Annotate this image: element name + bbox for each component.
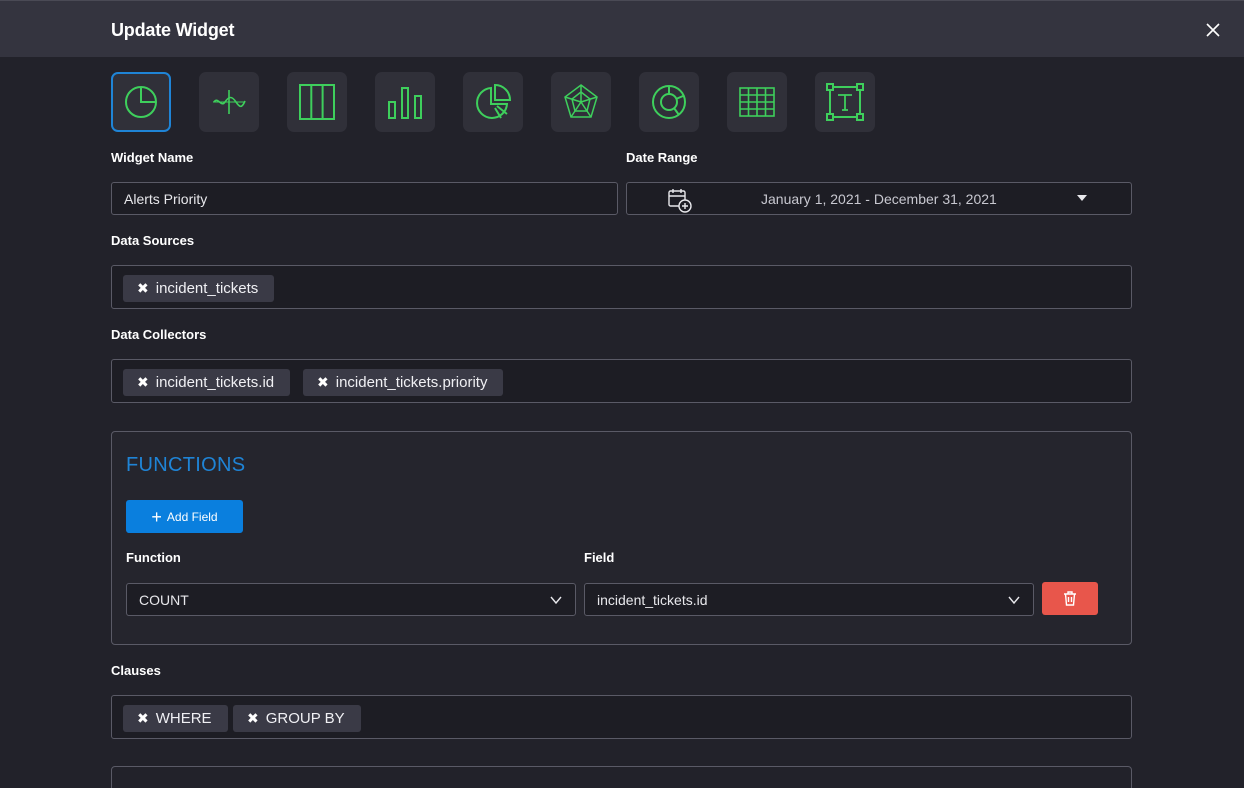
clause-chip[interactable]: ✖ WHERE <box>123 705 228 732</box>
radar-chart-icon <box>564 84 598 118</box>
calendar-add-icon <box>668 189 692 213</box>
field-label: Field <box>584 550 615 565</box>
clauses-field[interactable]: ✖ WHERE ✖ GROUP BY <box>111 695 1132 739</box>
caret-down-icon <box>1077 195 1087 201</box>
clause-chip[interactable]: ✖ GROUP BY <box>233 705 361 732</box>
data-source-chip[interactable]: ✖ incident_tickets <box>123 275 275 302</box>
data-collector-chip[interactable]: ✖ incident_tickets.priority <box>303 369 504 396</box>
chip-label: GROUP BY <box>265 710 345 727</box>
chevron-down-icon <box>1008 596 1020 605</box>
field-select-value: incident_tickets.id <box>597 592 708 608</box>
trash-icon <box>1064 591 1076 606</box>
widget-name-field[interactable]: Alerts Priority <box>111 182 618 215</box>
date-range-label: Date Range <box>626 150 698 165</box>
remove-chip-icon[interactable]: ✖ <box>317 374 329 391</box>
widget-type-table-button[interactable] <box>727 72 787 132</box>
data-sources-field[interactable]: ✖ incident_tickets <box>111 265 1132 309</box>
remove-chip-icon[interactable]: ✖ <box>137 280 149 297</box>
function-select[interactable]: COUNT <box>126 583 576 616</box>
chip-label: incident_tickets.priority <box>335 374 488 391</box>
table-icon <box>739 87 775 117</box>
widget-name-label: Widget Name <box>111 150 194 165</box>
functions-panel: FUNCTIONS + Add Field Function Field COU… <box>111 431 1132 645</box>
date-range-picker[interactable]: January 1, 2021 - December 31, 2021 <box>626 182 1132 215</box>
remove-chip-icon[interactable]: ✖ <box>137 710 149 727</box>
line-chart-icon <box>213 90 246 114</box>
chip-label: incident_tickets.id <box>155 374 275 391</box>
widget-type-pie-button[interactable] <box>111 72 171 132</box>
functions-title: FUNCTIONS <box>126 454 246 476</box>
function-select-value: COUNT <box>139 592 189 608</box>
remove-chip-icon[interactable]: ✖ <box>247 710 259 727</box>
widget-type-columns-button[interactable] <box>287 72 347 132</box>
donut-chart-icon <box>652 85 686 119</box>
close-icon[interactable] <box>1202 19 1224 41</box>
widget-type-bar-button[interactable] <box>375 72 435 132</box>
remove-chip-icon[interactable]: ✖ <box>137 374 149 391</box>
widget-type-text-button[interactable] <box>815 72 875 132</box>
dialog-body: Widget Name Date Range Alerts Priority J… <box>0 57 1244 788</box>
next-section-panel <box>111 766 1132 788</box>
widget-type-radar-button[interactable] <box>551 72 611 132</box>
pie-chart-icon <box>125 86 157 118</box>
date-range-value: January 1, 2021 - December 31, 2021 <box>761 191 997 207</box>
widget-type-donut-button[interactable] <box>639 72 699 132</box>
data-sources-label: Data Sources <box>111 233 195 248</box>
columns-chart-icon <box>299 84 335 120</box>
add-field-button[interactable]: + Add Field <box>126 500 243 533</box>
widget-type-exploded-pie-button[interactable] <box>463 72 523 132</box>
plus-icon: + <box>151 506 162 527</box>
function-label: Function <box>126 550 181 565</box>
data-collector-chip[interactable]: ✖ incident_tickets.id <box>123 369 291 396</box>
data-collectors-field[interactable]: ✖ incident_tickets.id ✖ incident_tickets… <box>111 359 1132 403</box>
clauses-label: Clauses <box>111 663 161 678</box>
widget-name-value: Alerts Priority <box>124 191 208 207</box>
dialog-header: Update Widget <box>0 0 1244 57</box>
chip-label: WHERE <box>155 710 212 727</box>
exploded-pie-chart-icon <box>476 83 512 119</box>
widget-type-line-button[interactable] <box>199 72 259 132</box>
bar-chart-icon <box>388 87 422 119</box>
chip-label: incident_tickets <box>155 280 259 297</box>
add-field-label: Add Field <box>166 509 218 524</box>
dialog-title: Update Widget <box>111 20 235 40</box>
field-select[interactable]: incident_tickets.id <box>584 583 1034 616</box>
text-box-icon <box>826 83 864 121</box>
delete-function-button[interactable] <box>1042 582 1098 615</box>
data-collectors-label: Data Collectors <box>111 327 207 342</box>
chevron-down-icon <box>550 596 562 605</box>
